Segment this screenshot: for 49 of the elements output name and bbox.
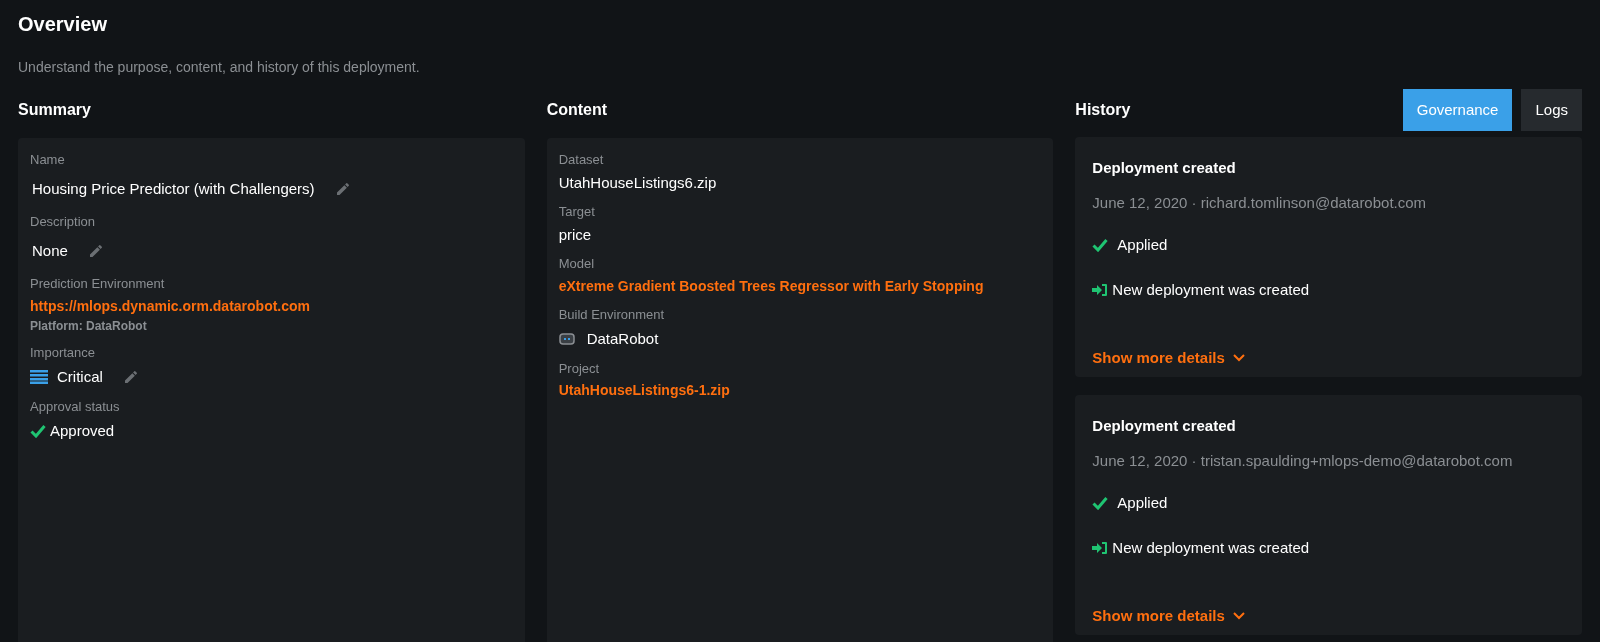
- field-label: Prediction Environment: [30, 275, 165, 293]
- field-value: DataRobot: [586, 329, 659, 349]
- field-value: Approved: [50, 421, 115, 441]
- entry-title: Deployment created: [1092, 158, 1236, 178]
- field-label: Target: [558, 203, 595, 221]
- field-value: Housing Price Predictor (with Challengers): [32, 178, 315, 199]
- checkmark-icon: [30, 424, 46, 439]
- field-link[interactable]: UtahHouseListings6-1.zip: [558, 380, 730, 401]
- history-tab[interactable]: Logs: [1521, 89, 1582, 131]
- field-label: Project: [558, 359, 600, 378]
- field-value: Critical: [57, 367, 103, 387]
- chevron-down-icon: [1232, 612, 1245, 621]
- sign-in-icon: [1092, 282, 1109, 297]
- page-subtitle: Understand the purpose, content, and history of this deployment.: [18, 58, 420, 77]
- entry-meta: June 12, 2020 · tristan.spaulding+mlops-demo@datarobot.com: [1092, 450, 1513, 471]
- section-heading: Content: [546, 100, 608, 120]
- field-label: Build Environment: [558, 305, 665, 324]
- section-heading: Summary: [18, 100, 91, 120]
- sign-in-icon: [1092, 540, 1109, 555]
- entry-action: New deployment was created: [1112, 537, 1310, 558]
- pencil-icon[interactable]: [87, 242, 104, 259]
- section-heading: History: [1075, 100, 1131, 120]
- entry-status: Applied: [1117, 493, 1168, 513]
- chevron-down-icon: [1232, 354, 1245, 363]
- field-link[interactable]: eXtreme Gradient Boosted Trees Regressor with Early Stopping: [558, 275, 984, 297]
- checkmark-icon: [1092, 496, 1109, 511]
- field-value: UtahHouseListings6.zip: [558, 172, 717, 193]
- importance-bars-icon: [30, 370, 48, 385]
- field-value: price: [558, 224, 592, 245]
- show-more-details-button[interactable]: Show more details: [1092, 605, 1245, 628]
- pencil-icon[interactable]: [122, 369, 139, 386]
- page-title: Overview: [18, 12, 107, 37]
- field-label: Dataset: [558, 151, 604, 169]
- field-value: None: [32, 240, 68, 261]
- field-label: Description: [30, 213, 96, 231]
- entry-status: Applied: [1117, 235, 1168, 255]
- field-link[interactable]: https://mlops.dynamic.orm.datarobot.com: [30, 295, 311, 317]
- entry-action: New deployment was created: [1112, 279, 1310, 300]
- platform-note: Platform: DataRobot: [30, 317, 147, 335]
- robot-icon: [558, 333, 575, 346]
- show-more-details-button[interactable]: Show more details: [1092, 347, 1245, 370]
- entry-title: Deployment created: [1092, 416, 1236, 436]
- field-label: Importance: [30, 343, 96, 362]
- entry-meta: June 12, 2020 · richard.tomlinson@datarobot.com: [1092, 192, 1427, 213]
- pencil-icon[interactable]: [334, 180, 351, 197]
- field-label: Model: [558, 255, 595, 273]
- checkmark-icon: [1092, 238, 1109, 253]
- field-label: Name: [30, 151, 65, 169]
- field-label: Approval status: [30, 397, 120, 416]
